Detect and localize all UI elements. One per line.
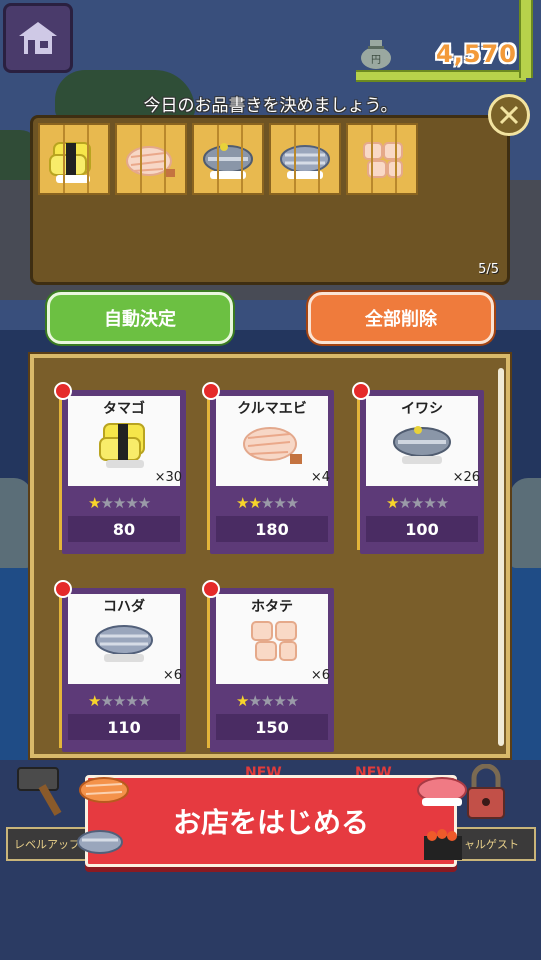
- selected-menu-panel: 5/5: [30, 115, 510, 285]
- hammer-icon: [17, 767, 62, 816]
- card-qty: ×26: [452, 470, 480, 485]
- selected-slot-hotate[interactable]: [346, 123, 418, 195]
- close-button[interactable]: [488, 94, 530, 136]
- card-name: ホタテ: [251, 599, 293, 615]
- card-qty: ×4: [310, 470, 330, 485]
- special-guest-label: ャルゲスト: [464, 838, 519, 851]
- sushi-card-iwashi[interactable]: イワシ ×26 ★★★★★ 100: [352, 382, 484, 554]
- home-button[interactable]: [3, 3, 73, 73]
- sushi-card-tamago[interactable]: タマゴ ×30 ★★★★★ 80: [54, 382, 186, 554]
- sushi-card-kurumaebi[interactable]: クルマエビ ×4 ★★★★★ 180: [202, 382, 334, 554]
- background-rock-left: [0, 478, 32, 568]
- card-price: 100: [366, 516, 478, 542]
- card-name: タマゴ: [103, 401, 145, 417]
- card-stars: ★★★★★: [88, 494, 151, 512]
- house-icon: [19, 22, 57, 54]
- card-body: クルマエビ ×4 ★★★★★ 180: [210, 390, 334, 554]
- salmon-sushi-icon: [79, 777, 129, 803]
- card-body: ホタテ ×6 ★★★★★ 150: [210, 588, 334, 752]
- money-bag-icon: 円: [361, 40, 391, 69]
- card-body: タマゴ ×30 ★★★★★ 80: [62, 390, 186, 554]
- scallop-sushi-icon: [363, 142, 403, 178]
- sushi-card-kohada[interactable]: コハダ ×6 ★★★★★ 110: [54, 580, 186, 752]
- tamago-sushi-icon: [99, 423, 145, 468]
- bamboo-pole: [519, 0, 533, 78]
- card-pin-icon: [54, 580, 72, 598]
- bamboo-frame: [356, 70, 526, 82]
- level-up-label: レベルアップ: [14, 838, 80, 851]
- selected-slot-iwashi[interactable]: [192, 123, 264, 195]
- selected-slot-tamago[interactable]: [38, 123, 110, 195]
- gizzard-shad-sushi-icon: [95, 625, 153, 662]
- card-qty: ×6: [162, 668, 182, 683]
- scallop-sushi-icon: [251, 621, 297, 661]
- roe-gunkan-icon: [424, 829, 462, 860]
- sardine-sushi-icon: [393, 426, 451, 464]
- card-pin-icon: [54, 382, 72, 400]
- card-stars: ★★★★★: [236, 692, 299, 710]
- card-pin-icon: [202, 580, 220, 598]
- selected-slot-kurumaebi[interactable]: [115, 123, 187, 195]
- card-name: イワシ: [401, 401, 443, 417]
- inventory-scrollbar[interactable]: [498, 368, 504, 746]
- card-name: コハダ: [103, 599, 145, 615]
- start-shop-button[interactable]: お店をはじめる: [85, 775, 457, 867]
- selected-slot-kohada[interactable]: [269, 123, 341, 195]
- sushi-card-hotate[interactable]: ホタテ ×6 ★★★★★ 150: [202, 580, 334, 752]
- coin-balance: 4,570: [436, 40, 517, 68]
- card-qty: ×6: [310, 668, 330, 683]
- card-pin-icon: [202, 382, 220, 400]
- card-stars: ★★★★★: [236, 494, 299, 512]
- start-shop-label: お店をはじめる: [172, 806, 369, 839]
- card-price: 80: [68, 516, 180, 542]
- shrimp-sushi-icon: [126, 146, 175, 177]
- card-body: イワシ ×26 ★★★★★ 100: [360, 390, 484, 554]
- tuna-sushi-icon: [417, 777, 467, 806]
- background-rock-right: [510, 478, 541, 568]
- card-qty: ×30: [154, 470, 182, 485]
- card-stars: ★★★★★: [386, 494, 449, 512]
- menu-title: 今日のお品書きを決めましょう。: [143, 96, 398, 116]
- card-body: コハダ ×6 ★★★★★ 110: [62, 588, 186, 752]
- clear-all-button[interactable]: 全部削除: [308, 292, 494, 344]
- card-pin-icon: [352, 382, 370, 400]
- tamago-sushi-icon: [49, 142, 91, 183]
- card-name: クルマエビ: [237, 401, 307, 417]
- gizzard-shad-sushi-icon: [280, 145, 330, 179]
- card-price: 150: [216, 714, 328, 740]
- auto-select-button[interactable]: 自動決定: [47, 292, 233, 344]
- close-icon: [499, 105, 519, 125]
- card-stars: ★★★★★: [88, 692, 151, 710]
- kohada-sushi-icon: [77, 830, 123, 854]
- sardine-sushi-icon: [203, 143, 253, 179]
- shrimp-sushi-icon: [243, 427, 302, 464]
- card-price: 180: [216, 516, 328, 542]
- svg-text:円: 円: [371, 55, 381, 66]
- selected-count: 5/5: [478, 262, 499, 277]
- card-price: 110: [68, 714, 180, 740]
